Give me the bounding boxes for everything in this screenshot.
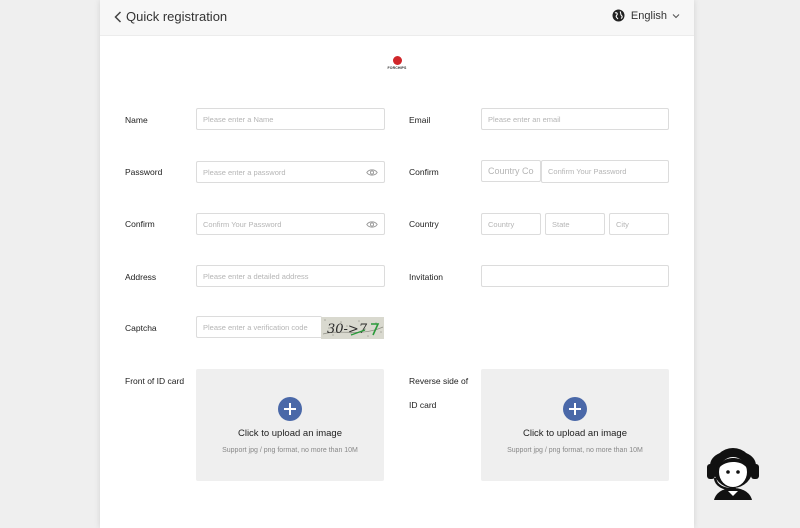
invitation-input[interactable] bbox=[482, 266, 668, 287]
reverse-id-upload[interactable]: Click to upload an image Support jpg / p… bbox=[481, 369, 669, 481]
page-title: Quick registration bbox=[126, 9, 228, 24]
company-logo: FORCHIPS bbox=[387, 56, 407, 74]
name-field[interactable] bbox=[196, 108, 385, 130]
confirm-label: Confirm bbox=[409, 167, 439, 177]
chevron-down-icon bbox=[672, 13, 680, 18]
email-label: Email bbox=[409, 115, 431, 125]
invitation-field[interactable] bbox=[481, 265, 669, 287]
city-field[interactable] bbox=[609, 213, 669, 235]
reverse-id-label-line1: Reverse side of bbox=[409, 376, 469, 386]
country-field[interactable] bbox=[481, 213, 541, 235]
captcha-field[interactable] bbox=[196, 316, 322, 338]
upload-hint: Support jpg / png format, no more than 1… bbox=[507, 447, 643, 454]
confirm-field[interactable] bbox=[541, 160, 669, 183]
customer-support-icon bbox=[707, 448, 759, 500]
invitation-label: Invitation bbox=[409, 272, 444, 282]
registration-panel: Quick registration English FORCHIPS Name… bbox=[100, 0, 694, 528]
plus-icon bbox=[563, 397, 587, 421]
logo-mark bbox=[392, 56, 402, 65]
city-input[interactable] bbox=[610, 214, 668, 235]
name-input[interactable] bbox=[197, 109, 384, 130]
reverse-id-label-line2: ID card bbox=[409, 400, 437, 410]
upload-title: Click to upload an image bbox=[237, 428, 343, 439]
captcha-image[interactable]: 30->7 bbox=[321, 317, 384, 339]
email-input[interactable] bbox=[482, 109, 668, 130]
confirm-input[interactable] bbox=[542, 161, 668, 182]
upload-title: Click to upload an image bbox=[522, 428, 628, 439]
globe-icon bbox=[612, 9, 625, 22]
name-label: Name bbox=[125, 115, 148, 125]
captcha-input[interactable] bbox=[197, 317, 322, 338]
header-bar: Quick registration English bbox=[100, 0, 694, 36]
password-label: Password bbox=[125, 167, 163, 177]
country-code-input[interactable] bbox=[482, 161, 540, 181]
back-button[interactable]: Quick registration bbox=[114, 9, 227, 24]
eye-icon[interactable] bbox=[366, 168, 378, 177]
customer-support-button[interactable] bbox=[700, 436, 766, 502]
address-field[interactable] bbox=[196, 265, 385, 287]
captcha-label: Captcha bbox=[125, 323, 157, 333]
upload-hint: Support jpg / png format, no more than 1… bbox=[222, 447, 358, 454]
plus-icon bbox=[278, 397, 302, 421]
password-field[interactable] bbox=[196, 161, 385, 183]
captcha-text: 30->7 bbox=[327, 322, 368, 337]
email-field[interactable] bbox=[481, 108, 669, 130]
chevron-left-icon bbox=[114, 10, 122, 23]
front-id-upload[interactable]: Click to upload an image Support jpg / p… bbox=[196, 369, 384, 481]
country-label: Country bbox=[409, 219, 439, 229]
front-id-label: Front of ID card bbox=[125, 376, 185, 386]
confirm-password-label: Confirm bbox=[125, 219, 155, 229]
address-input[interactable] bbox=[197, 266, 384, 287]
confirm-password-field[interactable] bbox=[196, 213, 385, 235]
country-input[interactable] bbox=[482, 214, 540, 235]
confirm-password-input[interactable] bbox=[197, 214, 384, 235]
eye-icon[interactable] bbox=[366, 220, 378, 229]
address-label: Address bbox=[125, 272, 157, 282]
logo-text: FORCHIPS bbox=[387, 66, 407, 70]
language-selector[interactable]: English bbox=[612, 9, 680, 22]
state-field[interactable] bbox=[545, 213, 605, 235]
password-input[interactable] bbox=[197, 162, 384, 183]
state-input[interactable] bbox=[546, 214, 604, 235]
country-code-field[interactable] bbox=[481, 160, 541, 182]
language-label: English bbox=[630, 9, 667, 22]
